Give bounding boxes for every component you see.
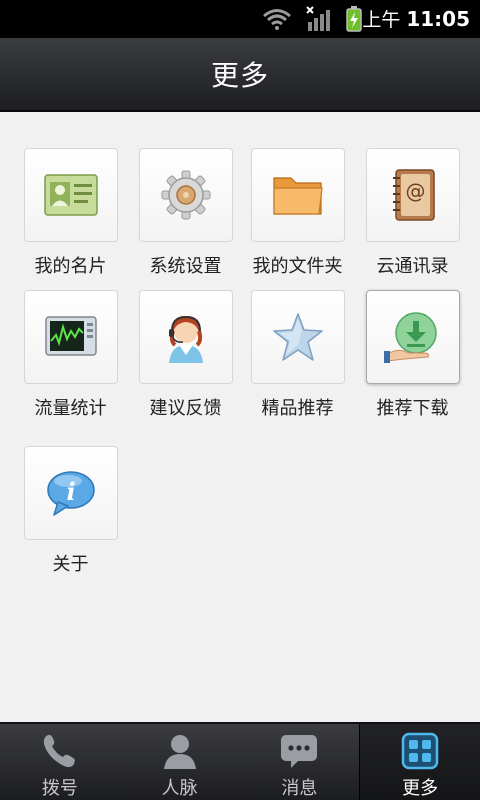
grid-item-my-folder[interactable]: 我的文件夹 [240, 148, 355, 278]
battery-charging-icon [346, 6, 362, 32]
tab-more[interactable]: 更多 [359, 724, 480, 800]
star-icon [272, 313, 323, 361]
grid-item-label: 我的名片 [34, 256, 107, 277]
tab-contacts[interactable]: 人脉 [120, 724, 240, 800]
support-agent-icon [168, 315, 203, 363]
grid-item-label: 系统设置 [149, 256, 222, 277]
grid-item-cloud-contacts[interactable]: @ 云通讯录 [355, 148, 470, 278]
grid-item-label: 流量统计 [34, 398, 107, 419]
grid-item-label: 精品推荐 [261, 398, 334, 419]
grid-item-feedback[interactable]: 建议反馈 [128, 290, 243, 420]
grid-item-recommended-apps[interactable]: 精品推荐 [240, 290, 355, 420]
grid-item-traffic-stats[interactable]: 流量统计 [13, 290, 128, 420]
folder-icon [272, 177, 323, 215]
grid-item-box [138, 290, 233, 384]
signal-icon [306, 6, 330, 31]
svg-text:i: i [66, 477, 75, 506]
gear-icon [161, 170, 210, 220]
phone-icon [43, 735, 75, 768]
clock-time: 11:05 [406, 7, 470, 31]
address-book-icon: @ [392, 169, 435, 221]
tab-label: 人脉 [161, 778, 198, 799]
status-icons [262, 6, 362, 32]
grid-item-box [23, 148, 118, 242]
grid-item-about[interactable]: i 关于 [13, 446, 128, 576]
grid-item-label: 关于 [52, 554, 89, 575]
tab-label: 消息 [281, 778, 318, 799]
grid-icon [401, 732, 439, 770]
grid-item-label: 推荐下载 [376, 398, 449, 419]
business-card-icon [43, 174, 98, 216]
tab-label: 拨号 [41, 778, 78, 799]
download-icon [383, 312, 437, 363]
tab-dialer[interactable]: 拨号 [0, 724, 120, 800]
svg-text:@: @ [405, 179, 425, 203]
title-bar: 更多 [0, 38, 480, 112]
message-icon [281, 735, 318, 768]
clock-ampm: 上午 [362, 9, 401, 31]
grid-item-box [23, 290, 118, 384]
page-title: 更多 [210, 59, 269, 92]
grid-item-box [138, 148, 233, 242]
grid-item-label: 建议反馈 [149, 398, 222, 419]
grid-item-label: 我的文件夹 [252, 256, 343, 277]
traffic-monitor-icon [44, 316, 97, 356]
grid-item-download-recommendations[interactable]: 推荐下载 [355, 290, 470, 420]
grid-item-my-card[interactable]: 我的名片 [13, 148, 128, 278]
more-grid: 我的名片 系统设置 我的文件夹 @ 云通讯录 流量统计 建议反馈 精品推荐 推荐… [0, 112, 480, 722]
grid-item-box [250, 148, 345, 242]
contacts-icon [163, 735, 196, 769]
bottom-tab-bar: 拨号 人脉 消息 更多 [0, 722, 480, 800]
tab-messages[interactable]: 消息 [240, 724, 360, 800]
grid-item-box [250, 290, 345, 384]
grid-item-box: @ [365, 148, 460, 242]
grid-item-label: 云通讯录 [376, 256, 449, 277]
tab-label: 更多 [402, 778, 439, 799]
grid-item-box: i [23, 446, 118, 540]
grid-item-box [365, 290, 460, 384]
grid-item-settings[interactable]: 系统设置 [128, 148, 243, 278]
wifi-icon [263, 9, 291, 30]
clock: 上午 11:05 [362, 6, 470, 33]
status-bar: 上午 11:05 [0, 0, 480, 38]
info-icon: i [46, 471, 95, 516]
